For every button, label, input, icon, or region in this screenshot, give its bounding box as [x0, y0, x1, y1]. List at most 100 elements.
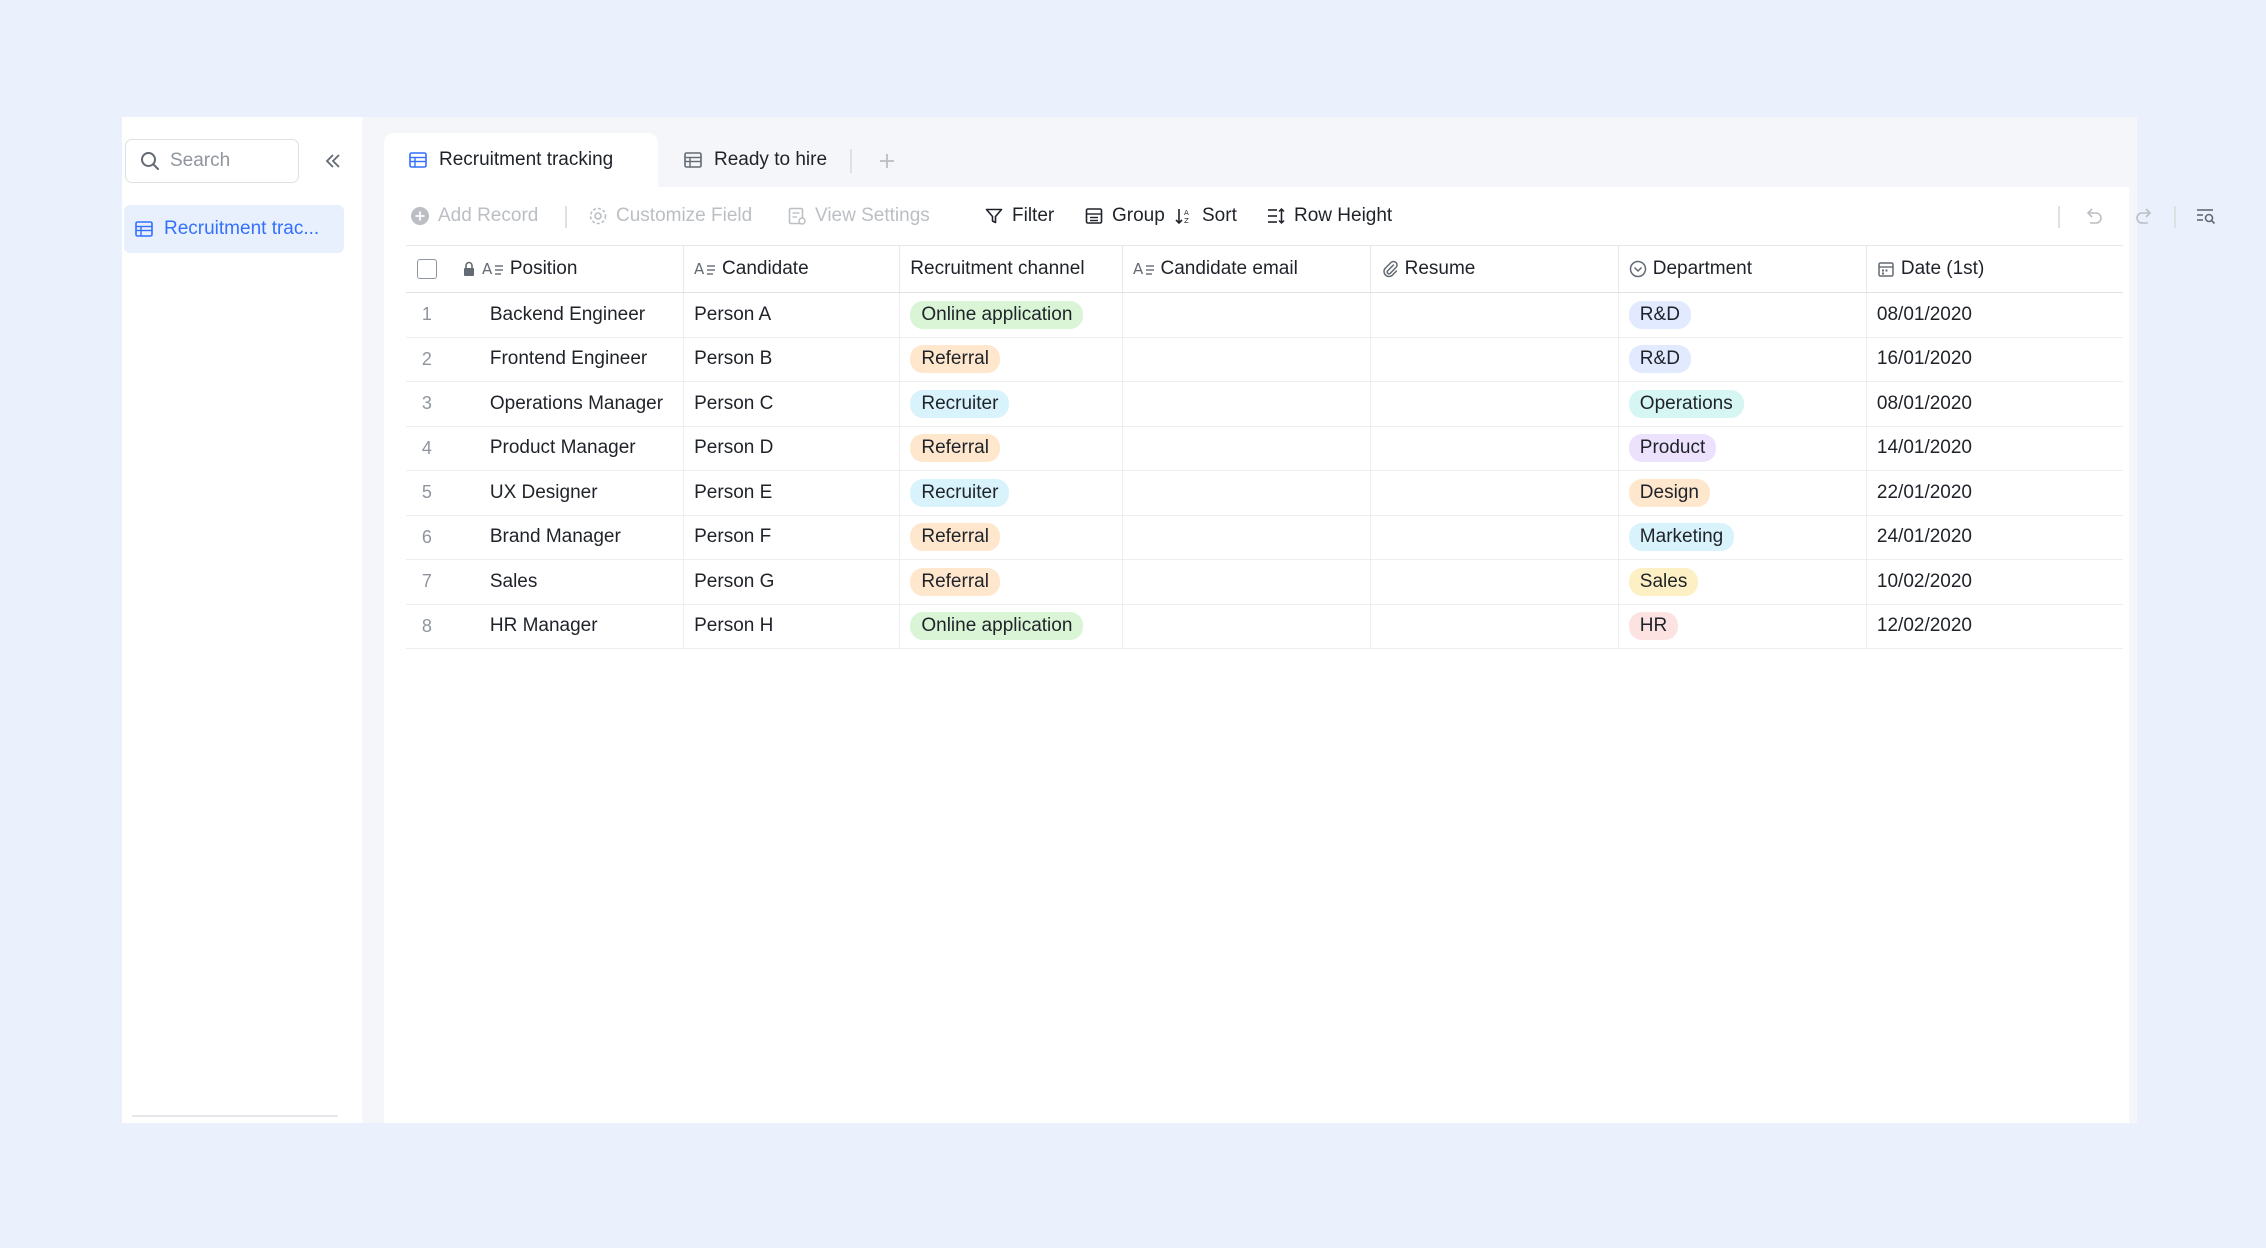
cell-position[interactable]: HR Manager — [448, 604, 685, 648]
collapse-sidebar-button[interactable] — [317, 145, 349, 177]
cell-recruitment-channel[interactable]: Recruiter — [900, 382, 1123, 426]
select-all-checkbox[interactable] — [416, 259, 437, 279]
cell-date[interactable]: 24/01/2020 — [1867, 516, 2123, 560]
table-icon — [134, 219, 154, 239]
cell-department[interactable]: Marketing — [1619, 515, 1867, 559]
tab-recruitment-tracking[interactable]: Recruitment tracking — [384, 133, 658, 187]
cell-department[interactable]: Product — [1619, 426, 1867, 470]
double-chevron-left-icon — [323, 151, 343, 171]
cell-candidate[interactable]: Person C — [684, 382, 901, 426]
filter-label: Filter — [1012, 205, 1055, 226]
cell-department[interactable]: Design — [1619, 471, 1867, 515]
cell-recruitment-channel[interactable]: Online application — [900, 604, 1123, 648]
cell-department[interactable]: R&D — [1619, 337, 1867, 381]
cell-resume[interactable] — [1371, 426, 1619, 470]
cell-candidate[interactable]: Person A — [684, 293, 901, 337]
cell-recruitment-channel[interactable]: Referral — [900, 337, 1123, 381]
table-row[interactable]: 3 Operations Manager Person C Recruiter Oper… — [406, 382, 2123, 427]
view-settings-button[interactable]: View Settings — [787, 201, 930, 231]
cell-position[interactable]: Product Manager — [448, 426, 685, 470]
cell-position[interactable]: Sales — [448, 560, 685, 604]
cell-candidate[interactable]: Person F — [684, 515, 901, 559]
row-index: 8 — [421, 615, 432, 636]
cell-candidate[interactable]: Person G — [684, 560, 901, 604]
cell-recruitment-channel[interactable]: Online application — [900, 293, 1123, 337]
redo-button[interactable] — [2128, 200, 2160, 232]
table-row[interactable]: 4 Product Manager Person D Referral Product 1… — [406, 426, 2123, 471]
cell-candidate-email[interactable] — [1123, 337, 1371, 381]
cell-position[interactable]: Operations Manager — [448, 382, 685, 426]
cell-text: Person F — [694, 526, 772, 548]
column-header-resume[interactable]: Resume — [1371, 246, 1619, 292]
cell-department[interactable]: Sales — [1619, 560, 1867, 604]
sort-button[interactable]: AZ Sort — [1174, 201, 1237, 231]
cell-candidate-email[interactable] — [1123, 293, 1371, 337]
cell-date[interactable]: 10/02/2020 — [1867, 560, 2123, 604]
column-header-label: Resume — [1404, 258, 1476, 279]
cell-candidate[interactable]: Person E — [684, 471, 901, 515]
tab-ready-to-hire[interactable]: Ready to hire — [659, 133, 839, 187]
view-settings-icon — [787, 206, 807, 226]
group-button[interactable]: Group — [1084, 201, 1165, 231]
cell-candidate-email[interactable] — [1123, 560, 1371, 604]
cell-department[interactable]: Operations — [1619, 382, 1867, 426]
undo-button[interactable] — [2078, 200, 2110, 232]
cell-candidate[interactable]: Person B — [684, 337, 901, 381]
table-row[interactable]: 8 HR Manager Person H Online application HR 1… — [406, 604, 2123, 649]
cell-candidate-email[interactable] — [1123, 471, 1371, 515]
cell-resume[interactable] — [1371, 515, 1619, 559]
cell-position[interactable]: Frontend Engineer — [448, 337, 685, 381]
cell-candidate-email[interactable] — [1123, 604, 1371, 648]
row-height-label: Row Height — [1294, 205, 1393, 226]
column-header-recruitment-channel[interactable]: Recruitment channel — [900, 246, 1123, 292]
cell-resume[interactable] — [1371, 471, 1619, 515]
table-row[interactable]: 5 UX Designer Person E Recruiter Design 22/01… — [406, 471, 2123, 516]
cell-candidate-email[interactable] — [1123, 426, 1371, 470]
column-header-candidate-email[interactable]: A Candidate email — [1123, 246, 1371, 292]
cell-resume[interactable] — [1371, 604, 1619, 648]
column-header-candidate[interactable]: A Candidate — [684, 246, 901, 292]
cell-resume[interactable] — [1371, 293, 1619, 337]
cell-candidate-email[interactable] — [1123, 382, 1371, 426]
cell-date[interactable]: 16/01/2020 — [1867, 338, 2123, 382]
sidebar-item-recruitment-tracking[interactable]: Recruitment trac... — [124, 205, 344, 253]
cell-position[interactable]: Brand Manager — [448, 515, 685, 559]
table-row[interactable]: 2 Frontend Engineer Person B Referral R&D 16/… — [406, 337, 2123, 382]
department-tag: Marketing — [1628, 523, 1735, 552]
cell-position[interactable]: Backend Engineer — [448, 293, 685, 337]
cell-recruitment-channel[interactable]: Recruiter — [900, 471, 1123, 515]
search-records-button[interactable] — [2190, 200, 2222, 232]
add-record-button[interactable]: Add Record — [410, 201, 538, 231]
cell-date[interactable]: 08/01/2020 — [1867, 293, 2123, 337]
cell-department[interactable]: R&D — [1619, 293, 1867, 337]
cell-date[interactable]: 08/01/2020 — [1867, 382, 2123, 426]
cell-recruitment-channel[interactable]: Referral — [900, 515, 1123, 559]
cell-resume[interactable] — [1371, 382, 1619, 426]
search-input[interactable] — [170, 150, 290, 172]
cell-date[interactable]: 22/01/2020 — [1867, 471, 2123, 515]
column-header-date[interactable]: Date (1st) — [1867, 246, 2123, 292]
add-view-button[interactable] — [870, 144, 904, 178]
cell-recruitment-channel[interactable]: Referral — [900, 560, 1123, 604]
customize-field-button[interactable]: Customize Field — [588, 201, 752, 231]
cell-resume[interactable] — [1371, 337, 1619, 381]
cell-department[interactable]: HR — [1619, 604, 1867, 648]
cell-candidate-email[interactable] — [1123, 515, 1371, 559]
filter-button[interactable]: Filter — [984, 201, 1054, 231]
table-row[interactable]: 7 Sales Person G Referral Sales 10/02/2020 — [406, 560, 2123, 605]
cell-date[interactable]: 12/02/2020 — [1867, 605, 2123, 649]
cell-position[interactable]: UX Designer — [448, 471, 685, 515]
column-header-position[interactable]: A Position — [448, 246, 685, 292]
search-box[interactable] — [125, 139, 299, 183]
cell-candidate[interactable]: Person D — [684, 426, 901, 470]
cell-candidate[interactable]: Person H — [684, 604, 901, 648]
cell-resume[interactable] — [1371, 560, 1619, 604]
cell-date[interactable]: 14/01/2020 — [1867, 427, 2123, 471]
column-header-department[interactable]: Department — [1619, 246, 1867, 292]
table-row[interactable]: 1 Backend Engineer Person A Online applicat… — [406, 293, 2123, 338]
cell-recruitment-channel[interactable]: Referral — [900, 426, 1123, 470]
row-height-button[interactable]: Row Height — [1266, 201, 1392, 231]
search-list-icon — [2195, 205, 2217, 227]
row-index: 5 — [421, 482, 432, 503]
table-row[interactable]: 6 Brand Manager Person F Referral Marketing 2… — [406, 515, 2123, 560]
